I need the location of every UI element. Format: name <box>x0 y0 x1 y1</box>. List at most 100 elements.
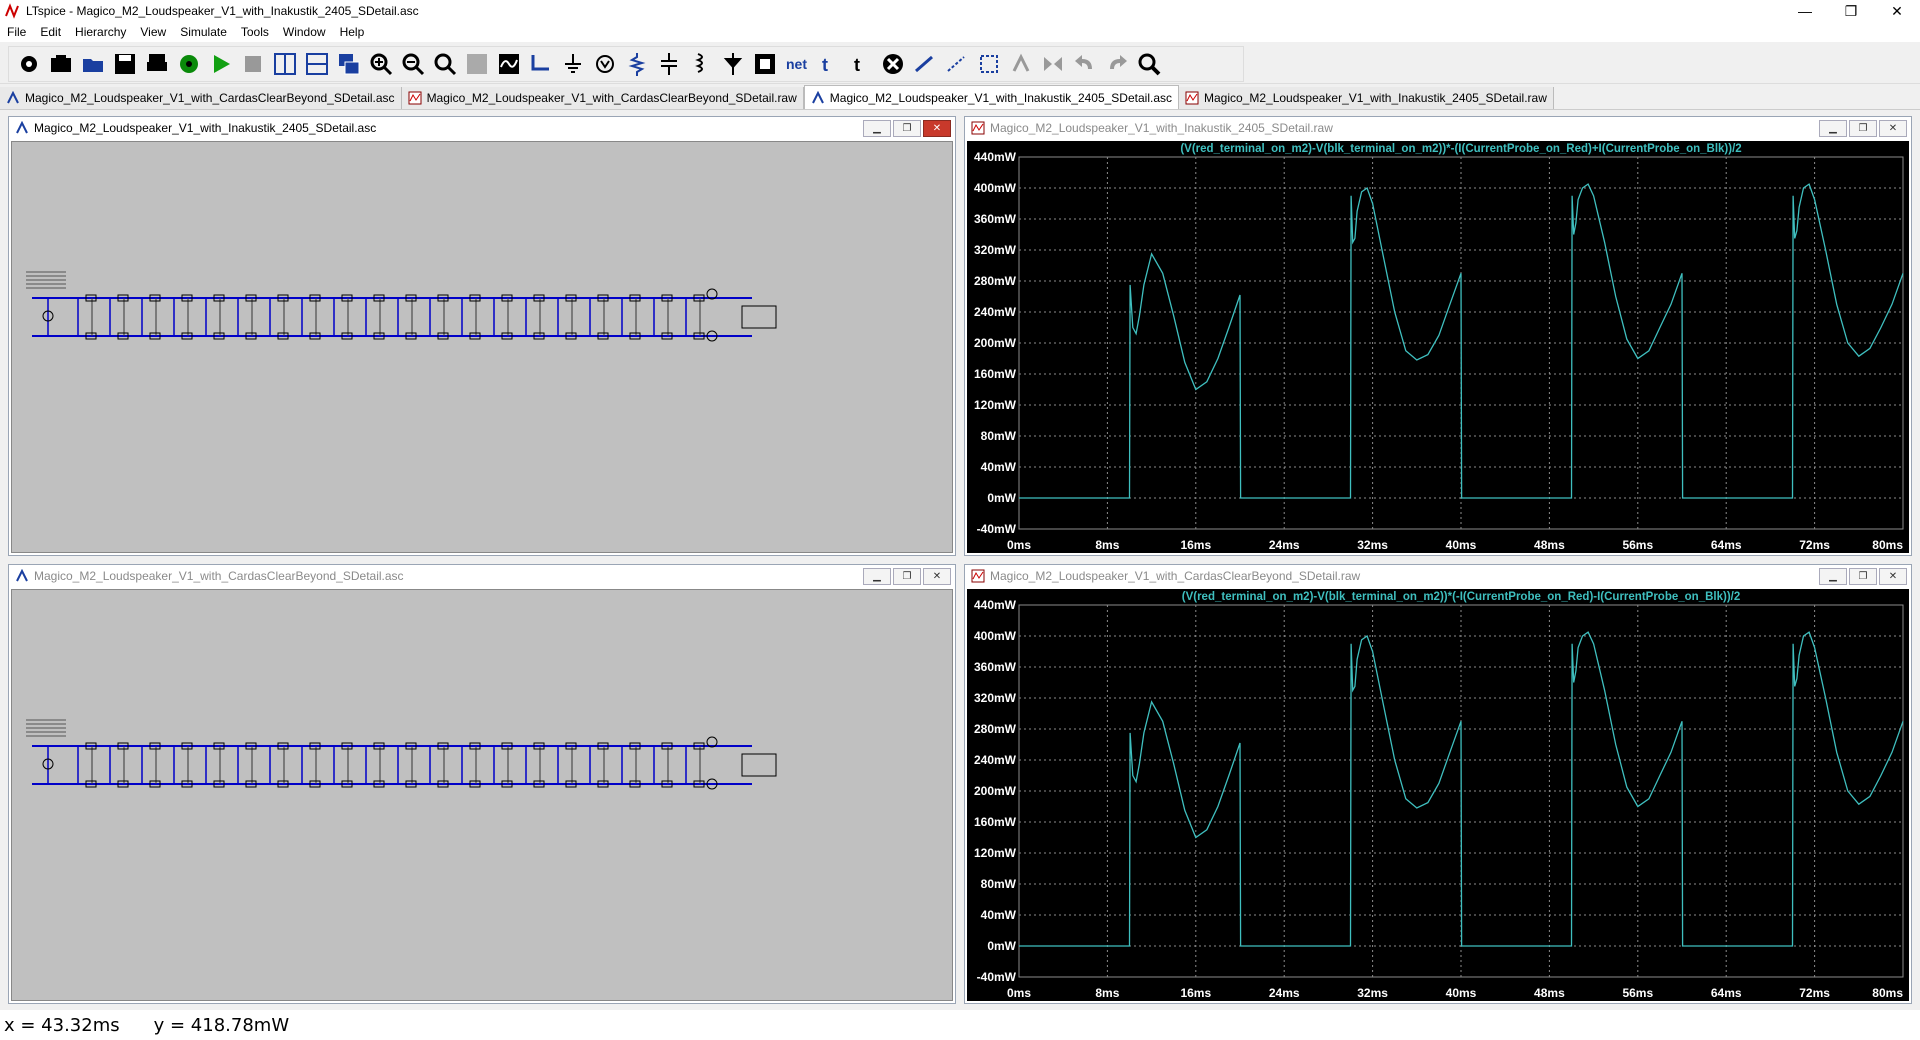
schematic-canvas[interactable] <box>11 589 953 1001</box>
menu-hierarchy[interactable]: Hierarchy <box>68 25 133 39</box>
menu-window[interactable]: Window <box>276 25 333 39</box>
duplicate-button[interactable] <box>909 48 941 80</box>
menu-simulate[interactable]: Simulate <box>173 25 234 39</box>
x-tick-label: 64ms <box>1711 538 1742 552</box>
zoom-fit-icon <box>434 53 457 76</box>
redo-button[interactable] <box>1101 48 1133 80</box>
waveform-icon <box>971 569 985 583</box>
mirror-button[interactable] <box>1037 48 1069 80</box>
rotate-icon <box>1012 53 1030 72</box>
tab-cardas-asc[interactable]: Magico_M2_Loudspeaker_V1_with_CardasClea… <box>0 87 402 109</box>
minimize-button[interactable]: ▁ <box>1819 120 1847 137</box>
close-button[interactable]: ✕ <box>1879 568 1907 585</box>
tile-vertical-button[interactable] <box>269 48 301 80</box>
menu-file[interactable]: File <box>0 25 33 39</box>
tab-label: Magico_M2_Loudspeaker_V1_with_CardasClea… <box>25 91 395 105</box>
x-tick-label: 72ms <box>1799 986 1830 1000</box>
waveform-plot[interactable]: (V(red_terminal_on_m2)-V(blk_terminal_on… <box>967 141 1909 553</box>
tab-cardas-raw[interactable]: Magico_M2_Loudspeaker_V1_with_CardasClea… <box>401 87 804 109</box>
maximize-button[interactable]: ❐ <box>1828 0 1874 22</box>
restore-button[interactable]: ❐ <box>893 120 921 137</box>
menu-view[interactable]: View <box>133 25 173 39</box>
tab-inakustik-asc[interactable]: Magico_M2_Loudspeaker_V1_with_Inakustik_… <box>803 85 1179 109</box>
menu-edit[interactable]: Edit <box>33 25 68 39</box>
rotate-button[interactable] <box>1005 48 1037 80</box>
open-folder-icon <box>83 59 103 72</box>
y-tick-label: 40mW <box>981 908 1017 922</box>
drag-icon <box>980 55 998 73</box>
delete-button[interactable] <box>877 48 909 80</box>
zoom-back-button[interactable] <box>461 48 493 80</box>
window-title: Magico_M2_Loudspeaker_V1_with_Inakustik_… <box>34 121 377 135</box>
minimize-button[interactable]: ▁ <box>863 568 891 585</box>
close-button[interactable]: ✕ <box>923 568 951 585</box>
x-tick-label: 72ms <box>1799 538 1830 552</box>
x-tick-label: 0ms <box>1007 986 1031 1000</box>
inductor-button[interactable] <box>685 48 717 80</box>
schematic-canvas[interactable] <box>11 141 953 553</box>
waveform-plot[interactable]: (V(red_terminal_on_m2)-V(blk_terminal_on… <box>967 589 1909 1001</box>
schematic-icon <box>16 569 28 582</box>
save-button[interactable] <box>109 48 141 80</box>
waveform-window-cardas[interactable]: Magico_M2_Loudspeaker_V1_with_CardasClea… <box>964 564 1912 1004</box>
zoom-in-icon <box>370 53 393 76</box>
zoom-back-icon <box>467 54 487 74</box>
capacitor-button[interactable] <box>653 48 685 80</box>
wire-button[interactable] <box>525 48 557 80</box>
diode-button[interactable] <box>717 48 749 80</box>
ground-button[interactable] <box>557 48 589 80</box>
zoom-fit-button[interactable] <box>429 48 461 80</box>
menu-help[interactable]: Help <box>333 25 372 39</box>
menu-bar: File Edit Hierarchy View Simulate Tools … <box>0 22 1920 42</box>
open-folder-button[interactable] <box>77 48 109 80</box>
text-button[interactable]: t <box>813 48 845 80</box>
move-button[interactable] <box>941 48 973 80</box>
schematic-window-inakustik[interactable]: Magico_M2_Loudspeaker_V1_with_Inakustik_… <box>8 116 956 556</box>
minimize-button[interactable]: ▁ <box>1819 568 1847 585</box>
control-panel-button[interactable] <box>173 48 205 80</box>
component-button[interactable] <box>589 48 621 80</box>
y-tick-label: 280mW <box>974 274 1017 288</box>
restore-button[interactable]: ❐ <box>893 568 921 585</box>
component-library-button[interactable] <box>749 48 781 80</box>
cascade-button[interactable] <box>333 48 365 80</box>
close-button[interactable]: ✕ <box>923 120 951 137</box>
zoom-in-button[interactable] <box>365 48 397 80</box>
spice-directive-button[interactable]: t <box>845 48 877 80</box>
print-button[interactable] <box>141 48 173 80</box>
restore-button[interactable]: ❐ <box>1849 120 1877 137</box>
svg-text:t: t <box>822 55 828 75</box>
waveform-window-inakustik[interactable]: Magico_M2_Loudspeaker_V1_with_Inakustik_… <box>964 116 1912 556</box>
x-tick-label: 40ms <box>1446 986 1477 1000</box>
tab-inakustik-raw[interactable]: Magico_M2_Loudspeaker_V1_with_Inakustik_… <box>1179 87 1554 109</box>
schematic-icon <box>811 90 824 103</box>
x-tick-label: 0ms <box>1007 538 1031 552</box>
schematic-window-cardas[interactable]: Magico_M2_Loudspeaker_V1_with_CardasClea… <box>8 564 956 1004</box>
schematic-icon <box>7 91 19 104</box>
open-icon <box>51 55 71 72</box>
y-tick-label: 240mW <box>974 305 1017 319</box>
close-button[interactable]: ✕ <box>1879 120 1907 137</box>
component-library-icon <box>755 54 775 74</box>
chart-title: (V(red_terminal_on_m2)-V(blk_terminal_on… <box>1182 591 1741 603</box>
close-button[interactable]: ✕ <box>1874 0 1920 22</box>
minimize-button[interactable]: — <box>1782 0 1828 22</box>
minimize-button[interactable]: ▁ <box>863 120 891 137</box>
restore-button[interactable]: ❐ <box>1849 568 1877 585</box>
autorange-button[interactable] <box>493 48 525 80</box>
halt-button[interactable] <box>237 48 269 80</box>
run-icon <box>214 55 230 73</box>
drag-button[interactable] <box>973 48 1005 80</box>
open-button[interactable] <box>45 48 77 80</box>
zoom-out-button[interactable] <box>397 48 429 80</box>
menu-tools[interactable]: Tools <box>234 25 276 39</box>
undo-button[interactable] <box>1069 48 1101 80</box>
resistor-button[interactable] <box>621 48 653 80</box>
run-button[interactable] <box>205 48 237 80</box>
y-tick-label: 400mW <box>974 629 1017 643</box>
find-button[interactable] <box>1133 48 1165 80</box>
net-label-button[interactable]: net <box>781 48 813 80</box>
gear-button[interactable] <box>13 48 45 80</box>
y-tick-label: 160mW <box>974 815 1017 829</box>
tile-horizontal-button[interactable] <box>301 48 333 80</box>
